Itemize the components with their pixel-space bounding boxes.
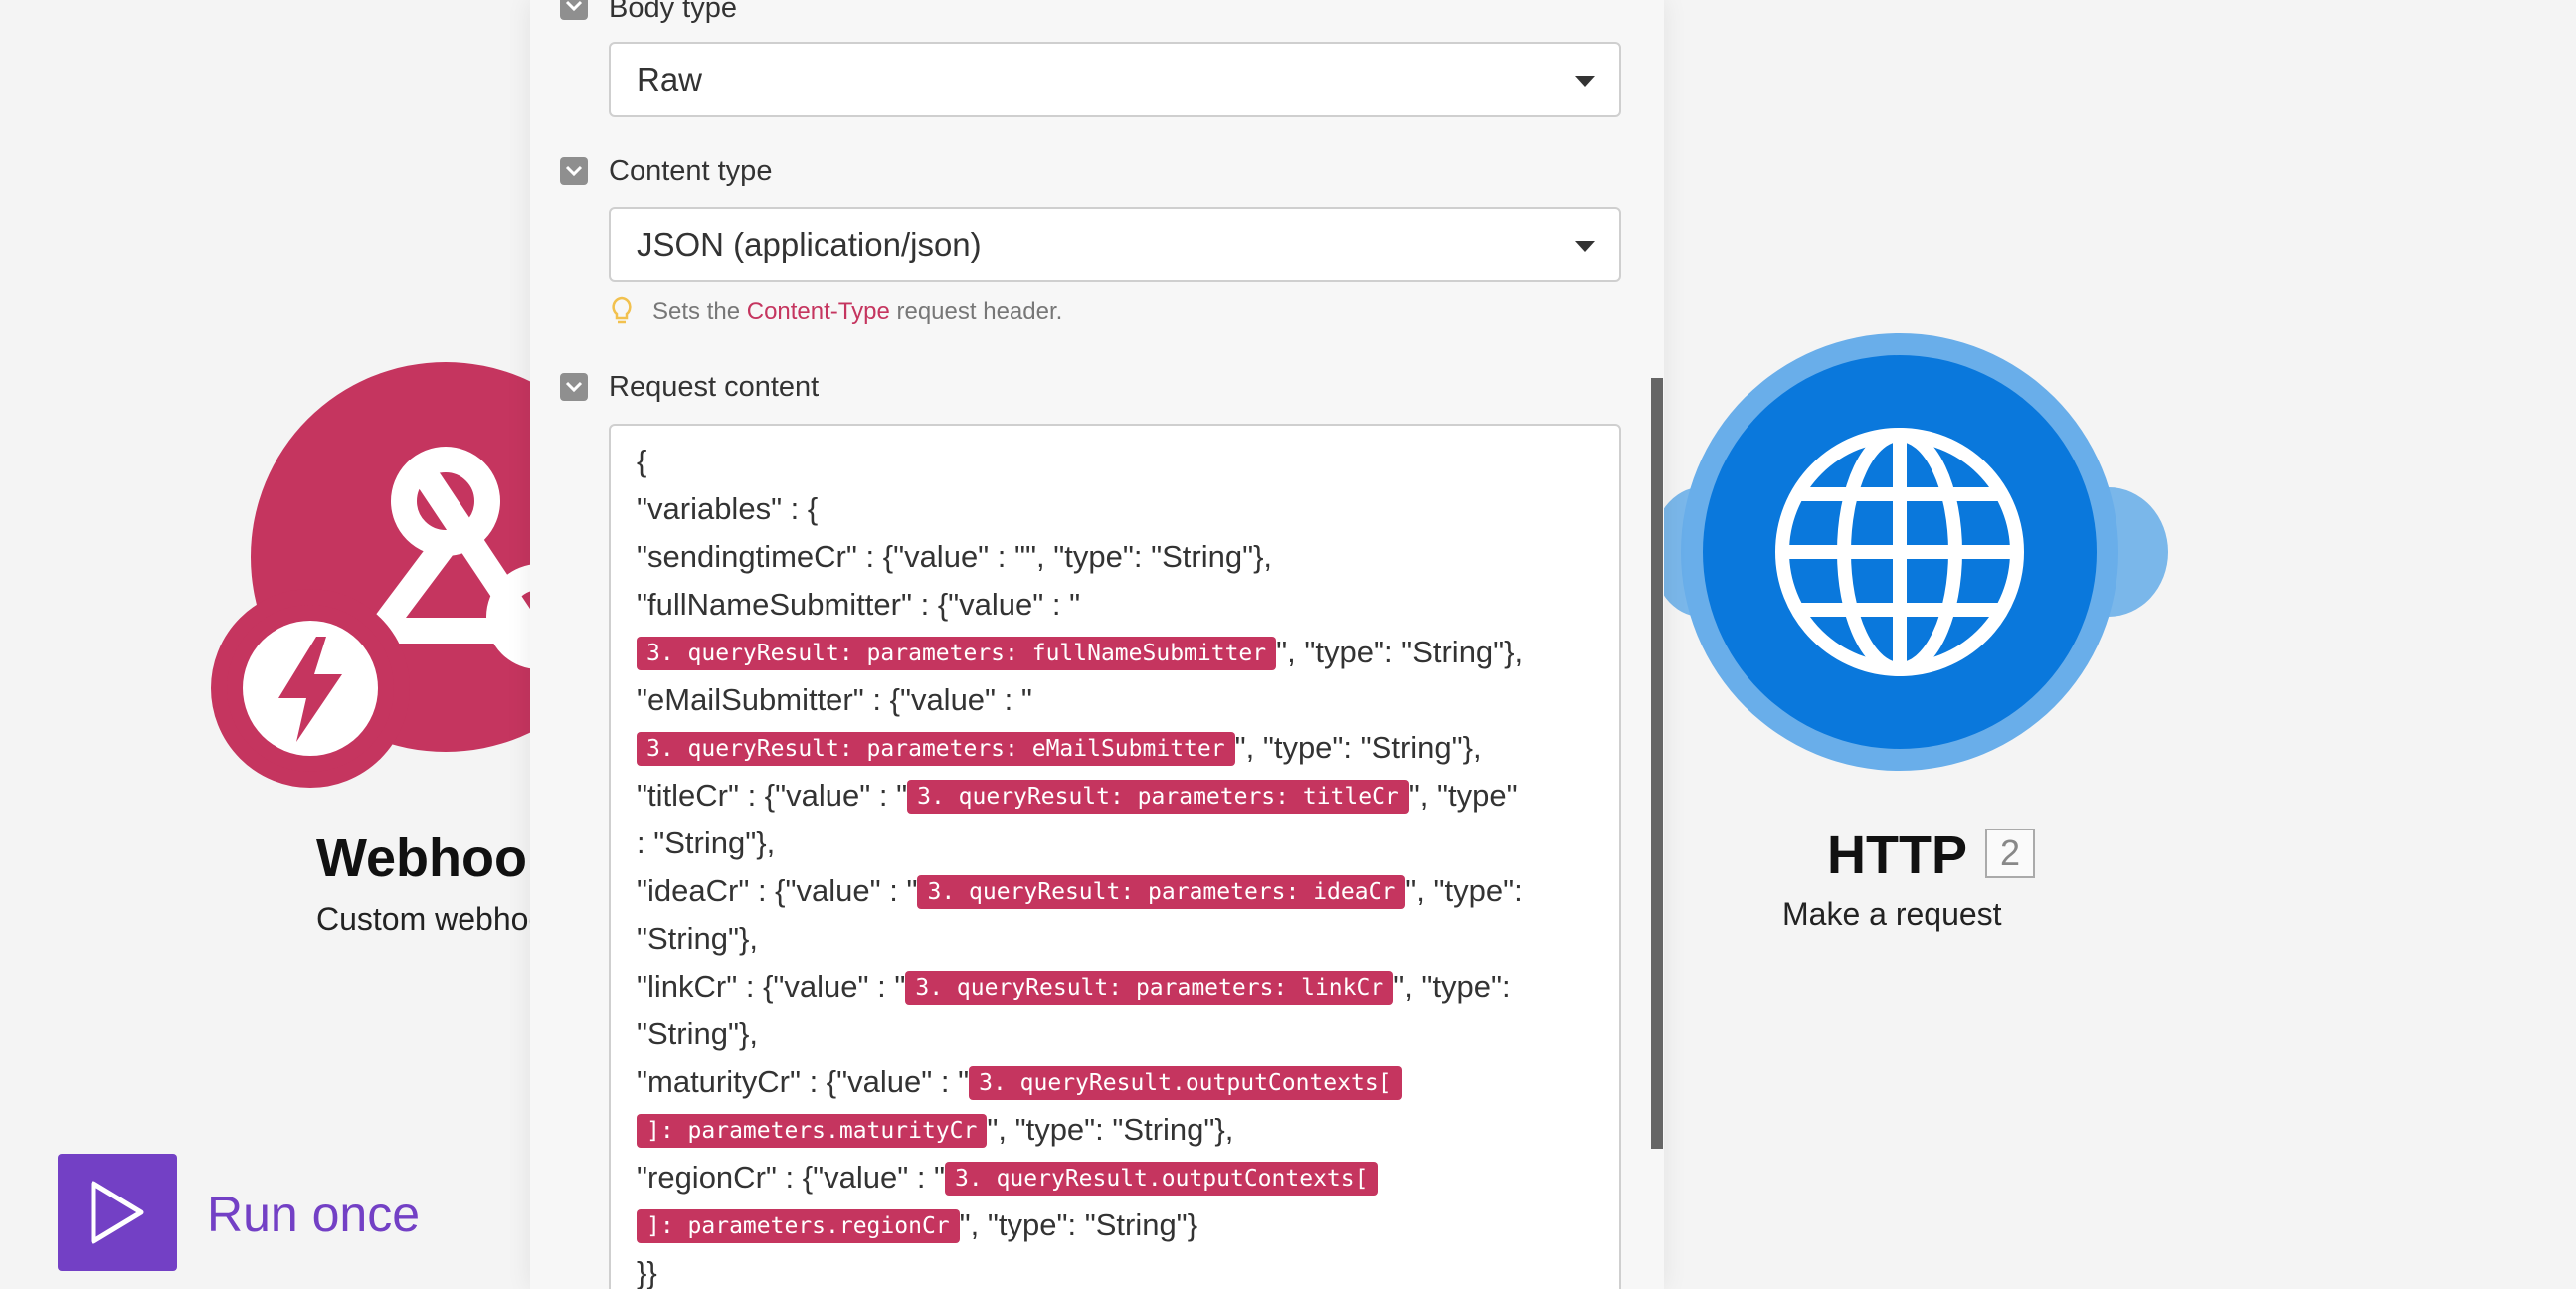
mapped-variable-pill[interactable]: 3. queryResult.outputContexts[: [945, 1162, 1379, 1196]
code-line: 3. queryResult: parameters: fullNameSubm…: [637, 629, 1601, 676]
globe-icon: [1703, 355, 2097, 749]
code-text: "ideaCr" : {"value" : ": [637, 873, 918, 908]
body-type-value: Raw: [637, 61, 703, 97]
code-line: ]: parameters.maturityCr ", "type": "Stri…: [637, 1106, 1601, 1154]
hint-link[interactable]: Content-Type: [747, 298, 890, 325]
mapped-variable-pill[interactable]: 3. queryResult.outputContexts[: [969, 1066, 1402, 1100]
webhook-subtitle: Custom webhook: [316, 901, 563, 937]
code-line: "eMailSubmitter" : {"value" : ": [637, 676, 1601, 724]
code-text: ", "type": "String"},: [1234, 730, 1482, 765]
play-icon: [91, 1181, 144, 1244]
mapped-variable-pill[interactable]: 3. queryResult: parameters: fullNameSubm…: [637, 637, 1277, 670]
chevron-down-icon: [565, 165, 583, 177]
code-text: "fullNameSubmitter" : {"value" : ": [637, 587, 1081, 622]
code-text: "titleCr" : {"value" : ": [637, 778, 908, 813]
hint-suffix: request header.: [889, 298, 1063, 325]
code-text: }}: [637, 1255, 657, 1289]
code-line: "String"},: [637, 915, 1601, 963]
mapped-variable-pill[interactable]: 3. queryResult: parameters: eMailSubmitt…: [637, 732, 1235, 766]
code-line: {: [637, 438, 1601, 485]
dropdown-caret-icon: [1575, 241, 1595, 252]
code-text: ", "type": "String"}: [959, 1207, 1198, 1242]
body-type-label: Body type: [609, 0, 737, 24]
body-type-select[interactable]: Raw: [609, 42, 1621, 117]
code-line: "variables" : {: [637, 485, 1601, 533]
content-type-value: JSON (application/json): [637, 226, 982, 263]
code-text: ", "type":: [1405, 873, 1523, 908]
code-text: "regionCr" : {"value" : ": [637, 1160, 946, 1195]
content-type-hint: Sets the Content-Type request header.: [611, 296, 1063, 326]
request-content-editor[interactable]: { "variables" : { "sendingtimeCr" : {"valu…: [609, 424, 1621, 1289]
http-title: HTTP: [1827, 826, 1967, 885]
code-line: "String"},: [637, 1011, 1601, 1058]
http-module[interactable]: HTTP 2 Make a request: [1651, 333, 2188, 932]
chevron-down-icon: [565, 0, 583, 12]
code-text: ", "type": "String"},: [987, 1112, 1234, 1147]
mapped-variable-pill[interactable]: ]: parameters.maturityCr: [637, 1114, 988, 1148]
hint-prefix: Sets the: [652, 298, 747, 325]
code-line: "maturityCr" : {"value" : " 3. queryResul…: [637, 1058, 1601, 1106]
instant-trigger-badge: [211, 589, 410, 788]
request-content-toggle[interactable]: [560, 373, 588, 401]
mapped-variable-pill[interactable]: 3. queryResult: parameters: linkCr: [905, 971, 1394, 1005]
code-text: "String"},: [637, 921, 758, 956]
code-line: }}: [637, 1249, 1601, 1289]
code-line: : "String"},: [637, 820, 1601, 867]
code-text: "variables" : {: [637, 491, 819, 526]
module-id-badge: 2: [1985, 829, 2035, 878]
run-once-button[interactable]: [58, 1154, 177, 1271]
code-text: ", "type":: [1393, 969, 1511, 1004]
chevron-down-icon: [565, 381, 583, 393]
code-line: ]: parameters.regionCr ", "type": "String…: [637, 1201, 1601, 1249]
mapped-variable-pill[interactable]: 3. queryResult: parameters: ideaCr: [917, 875, 1406, 909]
code-text: "maturityCr" : {"value" : ": [637, 1064, 970, 1099]
content-type-select[interactable]: JSON (application/json): [609, 207, 1621, 282]
mapped-variable-pill[interactable]: ]: parameters.regionCr: [637, 1209, 960, 1243]
code-line: "sendingtimeCr" : {"value" : "", "type":…: [637, 533, 1601, 581]
code-line: 3. queryResult: parameters: eMailSubmitt…: [637, 724, 1601, 772]
lightbulb-icon: [612, 296, 632, 324]
lightning-icon: [278, 637, 342, 742]
code-line: "fullNameSubmitter" : {"value" : ": [637, 581, 1601, 629]
code-line: "titleCr" : {"value" : " 3. queryResult: …: [637, 772, 1601, 820]
code-text: "linkCr" : {"value" : ": [637, 969, 906, 1004]
mapped-variable-pill[interactable]: 3. queryResult: parameters: titleCr: [907, 780, 1409, 814]
code-text: {: [637, 444, 647, 478]
run-once-label[interactable]: Run once: [207, 1186, 420, 1243]
code-text: ", "type": [1408, 778, 1518, 813]
body-type-toggle[interactable]: [560, 0, 588, 20]
code-line: "linkCr" : {"value" : " 3. queryResult: p…: [637, 963, 1601, 1011]
code-text: : "String"},: [637, 826, 776, 860]
code-text: ", "type": "String"},: [1276, 635, 1524, 669]
code-line: "regionCr" : {"value" : " 3. queryResult.…: [637, 1154, 1601, 1201]
code-text: "eMailSubmitter" : {"value" : ": [637, 682, 1032, 717]
panel-scrollbar[interactable]: [1651, 378, 1663, 1149]
code-line: "ideaCr" : {"value" : " 3. queryResult: p…: [637, 867, 1601, 915]
request-content-label: Request content: [609, 371, 820, 403]
code-text: "sendingtimeCr" : {"value" : "", "type":…: [637, 539, 1273, 574]
content-type-toggle[interactable]: [560, 157, 588, 185]
http-subtitle: Make a request: [1782, 896, 2002, 932]
code-text: "String"},: [637, 1016, 758, 1051]
dropdown-caret-icon: [1575, 76, 1595, 87]
request-content-code: { "variables" : { "sendingtimeCr" : {"valu…: [637, 438, 1601, 1289]
content-type-label: Content type: [609, 155, 773, 187]
